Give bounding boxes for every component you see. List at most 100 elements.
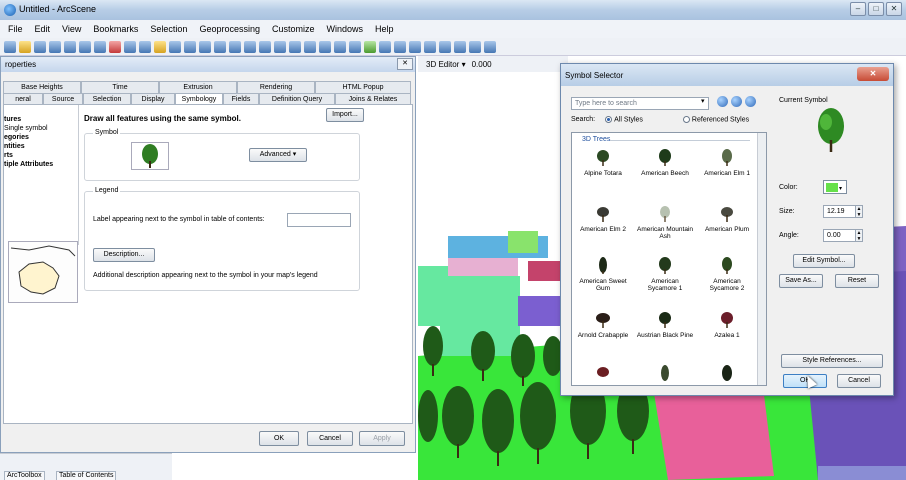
symbol-item[interactable]: American Mountain Ash	[636, 205, 694, 240]
fly-icon[interactable]	[274, 40, 286, 53]
symbol-item[interactable]	[574, 365, 632, 385]
tab-html-popup[interactable]: HTML Popup	[315, 81, 411, 93]
clear-selection-icon[interactable]	[394, 40, 406, 53]
navigate-icon[interactable]	[259, 40, 271, 53]
pointer-icon[interactable]	[409, 40, 421, 53]
cancel-button[interactable]: Cancel	[307, 431, 353, 446]
all-styles-radio[interactable]: All Styles	[605, 116, 643, 123]
menu-bookmarks[interactable]: Bookmarks	[93, 24, 138, 34]
show-multiple-attributes[interactable]: tiple Attributes	[4, 160, 78, 169]
full-extent-icon[interactable]	[364, 40, 376, 53]
symbol-item[interactable]: Azalea 1	[698, 311, 756, 339]
close-window-button[interactable]: ✕	[886, 2, 902, 16]
spin-arrows-icon[interactable]: ▲ ▼	[855, 205, 863, 218]
save-icon[interactable]	[34, 40, 46, 53]
scene-properties-icon[interactable]	[484, 40, 496, 53]
symbol-item[interactable]: American Beech	[636, 149, 694, 177]
spin-arrows-icon[interactable]: ▲ ▼	[855, 229, 863, 242]
tab-rendering[interactable]: Rendering	[237, 81, 315, 93]
style-manager-icon[interactable]	[731, 96, 742, 107]
python-icon[interactable]	[244, 40, 256, 53]
zoom-in-icon[interactable]	[319, 40, 331, 53]
angle-stepper[interactable]: 0.00 ▲ ▼	[823, 229, 863, 242]
menu-selection[interactable]: Selection	[150, 24, 187, 34]
save-as-button[interactable]: Save As...	[779, 274, 823, 288]
show-quantities[interactable]: ntities	[4, 142, 78, 151]
show-single-symbol[interactable]: Single symbol	[4, 124, 78, 133]
symbol-item[interactable]: American Sycamore 2	[698, 257, 756, 292]
gallery-scrollbar[interactable]	[757, 133, 766, 385]
symbol-item[interactable]: Arnold Crabapple	[574, 311, 632, 339]
close-icon[interactable]: ✕	[397, 58, 413, 70]
view-options-icon[interactable]	[745, 96, 756, 107]
arctoolbox-tab[interactable]: ArcToolbox	[4, 471, 45, 480]
pan-icon[interactable]	[349, 40, 361, 53]
zoom-out-icon[interactable]	[334, 40, 346, 53]
edit-symbol-button[interactable]: Edit Symbol...	[793, 254, 855, 268]
print-icon[interactable]	[49, 40, 61, 53]
symbol-item[interactable]: American Elm 2	[574, 205, 632, 233]
identify-icon[interactable]	[424, 40, 436, 53]
table-icon[interactable]	[184, 40, 196, 53]
apply-button[interactable]: Apply	[359, 431, 405, 446]
reset-button[interactable]: Reset	[835, 274, 879, 288]
show-categories[interactable]: egories	[4, 133, 78, 142]
select-features-icon[interactable]	[379, 40, 391, 53]
symbol-item[interactable]	[698, 365, 756, 385]
find-icon[interactable]	[439, 40, 451, 53]
symbol-item[interactable]: American Plum	[698, 205, 756, 233]
search-window-icon[interactable]	[214, 40, 226, 53]
table-of-contents-tab[interactable]: Table of Contents	[56, 471, 117, 480]
show-charts[interactable]: rts	[4, 151, 78, 160]
menu-customize[interactable]: Customize	[272, 24, 315, 34]
symbol-item[interactable]: American Sycamore 1	[636, 257, 694, 292]
layers-icon[interactable]	[169, 40, 181, 53]
maximize-button[interactable]: □	[868, 2, 884, 16]
tab-extrusion[interactable]: Extrusion	[159, 81, 237, 93]
symbol-item[interactable]	[636, 365, 694, 385]
menu-edit[interactable]: Edit	[35, 24, 51, 34]
3d-editor-menu[interactable]: 3D Editor ▾	[426, 60, 466, 69]
menu-windows[interactable]: Windows	[327, 24, 364, 34]
advanced-dropdown[interactable]: Advanced ▾	[249, 148, 307, 162]
minimize-button[interactable]: –	[850, 2, 866, 16]
symbol-item[interactable]: Alpine Totara	[574, 149, 632, 177]
symbol-search-input[interactable]: Type here to search	[571, 97, 709, 110]
symbol-item[interactable]: American Sweet Gum	[574, 257, 632, 292]
zoom-to-target-icon[interactable]	[304, 40, 316, 53]
close-icon[interactable]: ✕	[857, 67, 889, 81]
cancel-button[interactable]: Cancel	[837, 374, 881, 388]
tab-base-heights[interactable]: Base Heights	[3, 81, 81, 93]
symbol-preview-button[interactable]	[131, 142, 169, 170]
legend-label-input[interactable]	[287, 213, 351, 227]
delete-icon[interactable]	[109, 40, 121, 53]
description-button[interactable]: Description...	[93, 248, 155, 262]
menu-file[interactable]: File	[8, 24, 23, 34]
size-stepper[interactable]: 12.19 ▲ ▼	[823, 205, 863, 218]
import-button[interactable]: Import...	[326, 108, 364, 122]
search-icon[interactable]	[717, 96, 728, 107]
menu-geoprocessing[interactable]: Geoprocessing	[199, 24, 260, 34]
ok-button[interactable]: OK	[259, 431, 299, 446]
style-references-button[interactable]: Style References...	[781, 354, 883, 368]
open-folder-icon[interactable]	[19, 40, 31, 53]
animation-icon[interactable]	[469, 40, 481, 53]
undo-icon[interactable]	[124, 40, 136, 53]
show-features[interactable]: tures	[4, 115, 78, 124]
symbol-item[interactable]: Austrian Black Pine	[636, 311, 694, 339]
new-document-icon[interactable]	[4, 40, 16, 53]
chevron-down-icon[interactable]: ▾	[701, 97, 705, 105]
color-picker[interactable]: ▾	[823, 180, 847, 194]
cut-icon[interactable]	[64, 40, 76, 53]
catalog-icon[interactable]	[199, 40, 211, 53]
symbol-item[interactable]: American Elm 1	[698, 149, 756, 177]
menu-view[interactable]: View	[62, 24, 81, 34]
copy-icon[interactable]	[79, 40, 91, 53]
target-center-icon[interactable]	[289, 40, 301, 53]
tab-time[interactable]: Time	[81, 81, 159, 93]
redo-icon[interactable]	[139, 40, 151, 53]
paste-icon[interactable]	[94, 40, 106, 53]
measure-icon[interactable]	[454, 40, 466, 53]
add-data-icon[interactable]	[154, 40, 166, 53]
menu-help[interactable]: Help	[375, 24, 394, 34]
